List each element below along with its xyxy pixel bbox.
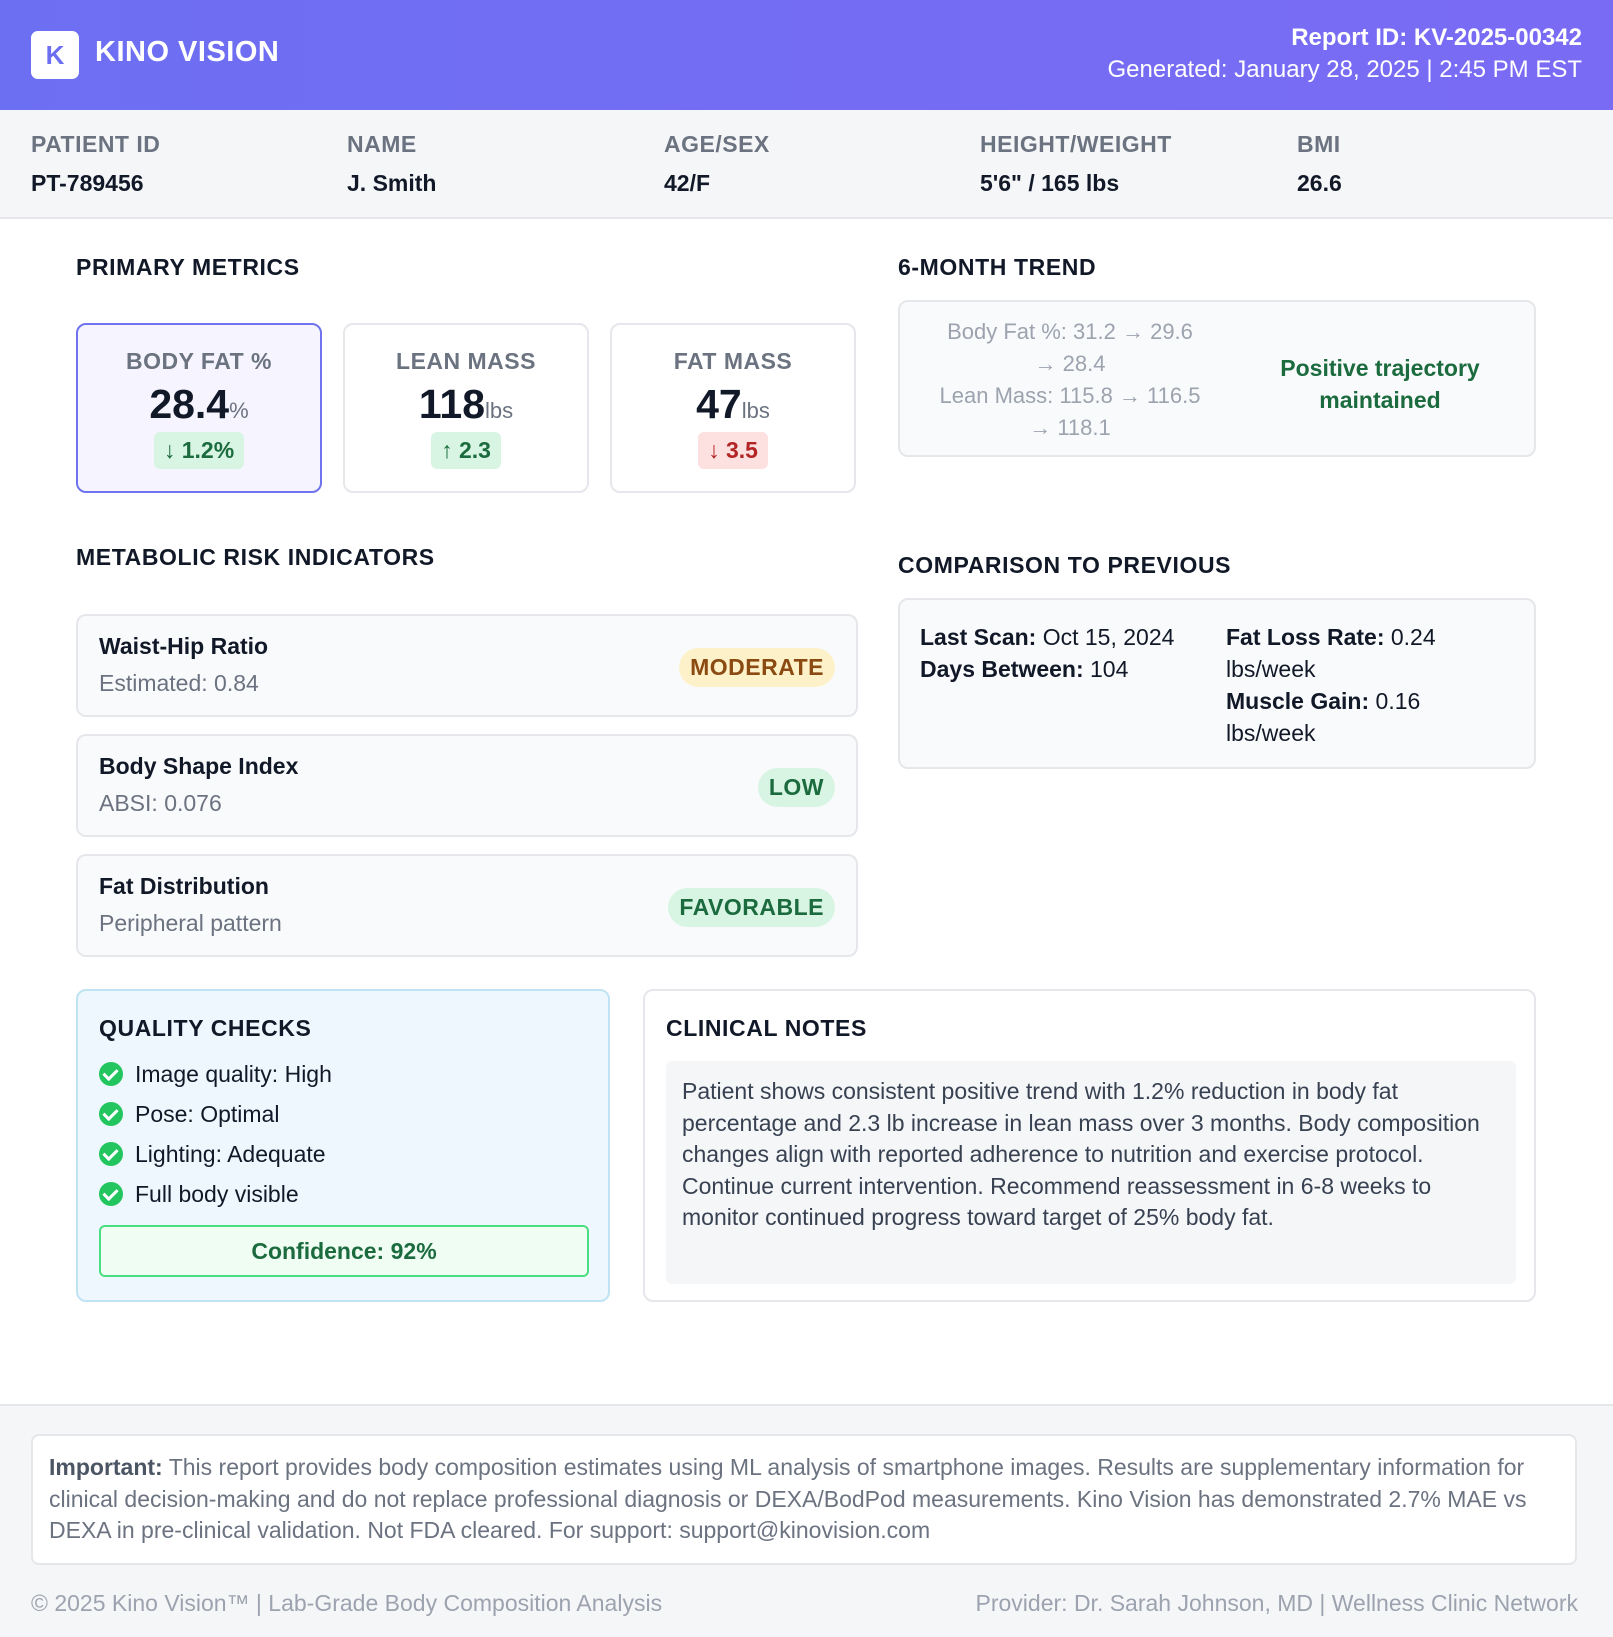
report-id: Report ID: KV-2025-00342 xyxy=(1291,24,1582,51)
quality-checks-panel: QUALITY CHECKS Image quality: High Pose:… xyxy=(76,989,610,1302)
check-circle-icon xyxy=(99,1102,123,1126)
check-circle-icon xyxy=(99,1142,123,1166)
patient-info-bar: PATIENT ID PT-789456 NAME J. Smith AGE/S… xyxy=(0,110,1613,219)
metric-change: ↓ 3.5 xyxy=(698,432,768,469)
trend-title: 6-MONTH TREND xyxy=(898,254,1097,280)
logo-icon: K xyxy=(31,31,79,79)
quality-item: Image quality: High xyxy=(99,1061,332,1088)
quality-item: Full body visible xyxy=(99,1181,299,1208)
field-label: BMI xyxy=(1297,131,1341,157)
metric-value: 28.4% xyxy=(149,381,249,427)
metric-label: LEAN MASS xyxy=(396,348,536,374)
disclaimer: Important: This report provides body com… xyxy=(31,1434,1577,1565)
risk-card-waist-hip[interactable]: Waist-Hip Ratio Estimated: 0.84 MODERATE xyxy=(76,614,858,717)
clinical-notes-panel: CLINICAL NOTES Patient shows consistent … xyxy=(643,989,1536,1302)
name-field: NAME J. Smith xyxy=(347,131,436,197)
bmi-field: BMI 26.6 xyxy=(1297,131,1342,197)
field-label: NAME xyxy=(347,131,417,157)
patient-id-field: PATIENT ID PT-789456 xyxy=(31,131,160,197)
provider-info: Provider: Dr. Sarah Johnson, MD | Wellne… xyxy=(975,1590,1578,1616)
risk-badge: FAVORABLE xyxy=(668,888,835,927)
risk-detail: Peripheral pattern xyxy=(99,910,282,936)
report-header: K KINO VISION Report ID: KV-2025-00342 G… xyxy=(0,0,1613,110)
metric-unit: lbs xyxy=(485,398,514,423)
field-value: J. Smith xyxy=(347,170,437,196)
height-weight-field: HEIGHT/WEIGHT 5'6" / 165 lbs xyxy=(980,131,1172,197)
comparison-title: COMPARISON TO PREVIOUS xyxy=(898,552,1232,578)
metric-label: BODY FAT % xyxy=(126,348,272,374)
brand-name: KINO VISION xyxy=(95,36,280,68)
arrow-down-icon: ↓ xyxy=(163,437,176,463)
clinical-notes-title: CLINICAL NOTES xyxy=(666,1015,867,1041)
field-value: PT-789456 xyxy=(31,170,144,196)
arrow-down-icon: ↓ xyxy=(708,437,720,463)
clinical-notes-text: Patient shows consistent positive trend … xyxy=(666,1061,1516,1284)
risk-card-body-shape[interactable]: Body Shape Index ABSI: 0.076 LOW xyxy=(76,734,858,837)
copyright: © 2025 Kino Vision™ | Lab-Grade Body Com… xyxy=(31,1590,663,1616)
metric-card-fat-mass[interactable]: FAT MASS 47lbs ↓ 3.5 xyxy=(610,323,856,493)
field-value: 5'6" / 165 lbs xyxy=(980,170,1120,196)
field-value: 42/F xyxy=(664,170,711,196)
risk-detail: Estimated: 0.84 xyxy=(99,670,259,696)
metric-unit: lbs xyxy=(741,398,770,423)
check-circle-icon xyxy=(99,1062,123,1086)
field-label: HEIGHT/WEIGHT xyxy=(980,131,1172,157)
quality-item: Lighting: Adequate xyxy=(99,1141,326,1168)
metric-change: ↑ 2.3 xyxy=(431,432,501,469)
risk-title: METABOLIC RISK INDICATORS xyxy=(76,544,435,570)
metric-change: ↓ 1.2% xyxy=(153,432,245,469)
metric-value: 118lbs xyxy=(418,381,514,427)
age-sex-field: AGE/SEX 42/F xyxy=(664,131,770,197)
confidence-badge: Confidence: 92% xyxy=(99,1225,589,1277)
risk-badge: MODERATE xyxy=(679,648,835,687)
primary-metrics-title: PRIMARY METRICS xyxy=(76,254,300,280)
trend-panel: Body Fat %: 31.2 → 29.6 → 28.4 Lean Mass… xyxy=(898,300,1536,457)
check-circle-icon xyxy=(99,1182,123,1206)
field-value: 26.6 xyxy=(1297,170,1342,196)
risk-detail: ABSI: 0.076 xyxy=(99,790,222,816)
trend-status: Positive trajectory maintained xyxy=(1280,355,1480,413)
quality-item: Pose: Optimal xyxy=(99,1101,279,1128)
risk-card-fat-distribution[interactable]: Fat Distribution Peripheral pattern FAVO… xyxy=(76,854,858,957)
field-label: AGE/SEX xyxy=(664,131,770,157)
comparison-panel: Last Scan: Oct 15, 2024 Days Between: 10… xyxy=(898,598,1536,769)
risk-badge: LOW xyxy=(757,768,835,807)
risk-name: Fat Distribution xyxy=(99,873,269,899)
metric-unit: % xyxy=(229,398,249,423)
field-label: PATIENT ID xyxy=(31,131,161,157)
comparison-left: Last Scan: Oct 15, 2024 Days Between: 10… xyxy=(920,624,1175,682)
quality-checks-title: QUALITY CHECKS xyxy=(99,1015,312,1041)
risk-name: Body Shape Index xyxy=(99,753,299,779)
metric-value: 47lbs xyxy=(696,381,770,427)
comparison-right: Fat Loss Rate: 0.24 lbs/week Muscle Gain… xyxy=(1226,624,1436,746)
trend-values: Body Fat %: 31.2 → 29.6 → 28.4 Lean Mass… xyxy=(939,319,1201,440)
metric-label: FAT MASS xyxy=(673,348,793,374)
metric-card-lean-mass[interactable]: LEAN MASS 118lbs ↑ 2.3 xyxy=(343,323,589,493)
report-generated: Generated: January 28, 2025 | 2:45 PM ES… xyxy=(1107,56,1582,83)
risk-name: Waist-Hip Ratio xyxy=(99,633,269,659)
arrow-up-icon: ↑ xyxy=(441,437,453,463)
metric-card-body-fat[interactable]: BODY FAT % 28.4% ↓ 1.2% xyxy=(76,323,322,493)
report-footer: Important: This report provides body com… xyxy=(0,1404,1613,1637)
